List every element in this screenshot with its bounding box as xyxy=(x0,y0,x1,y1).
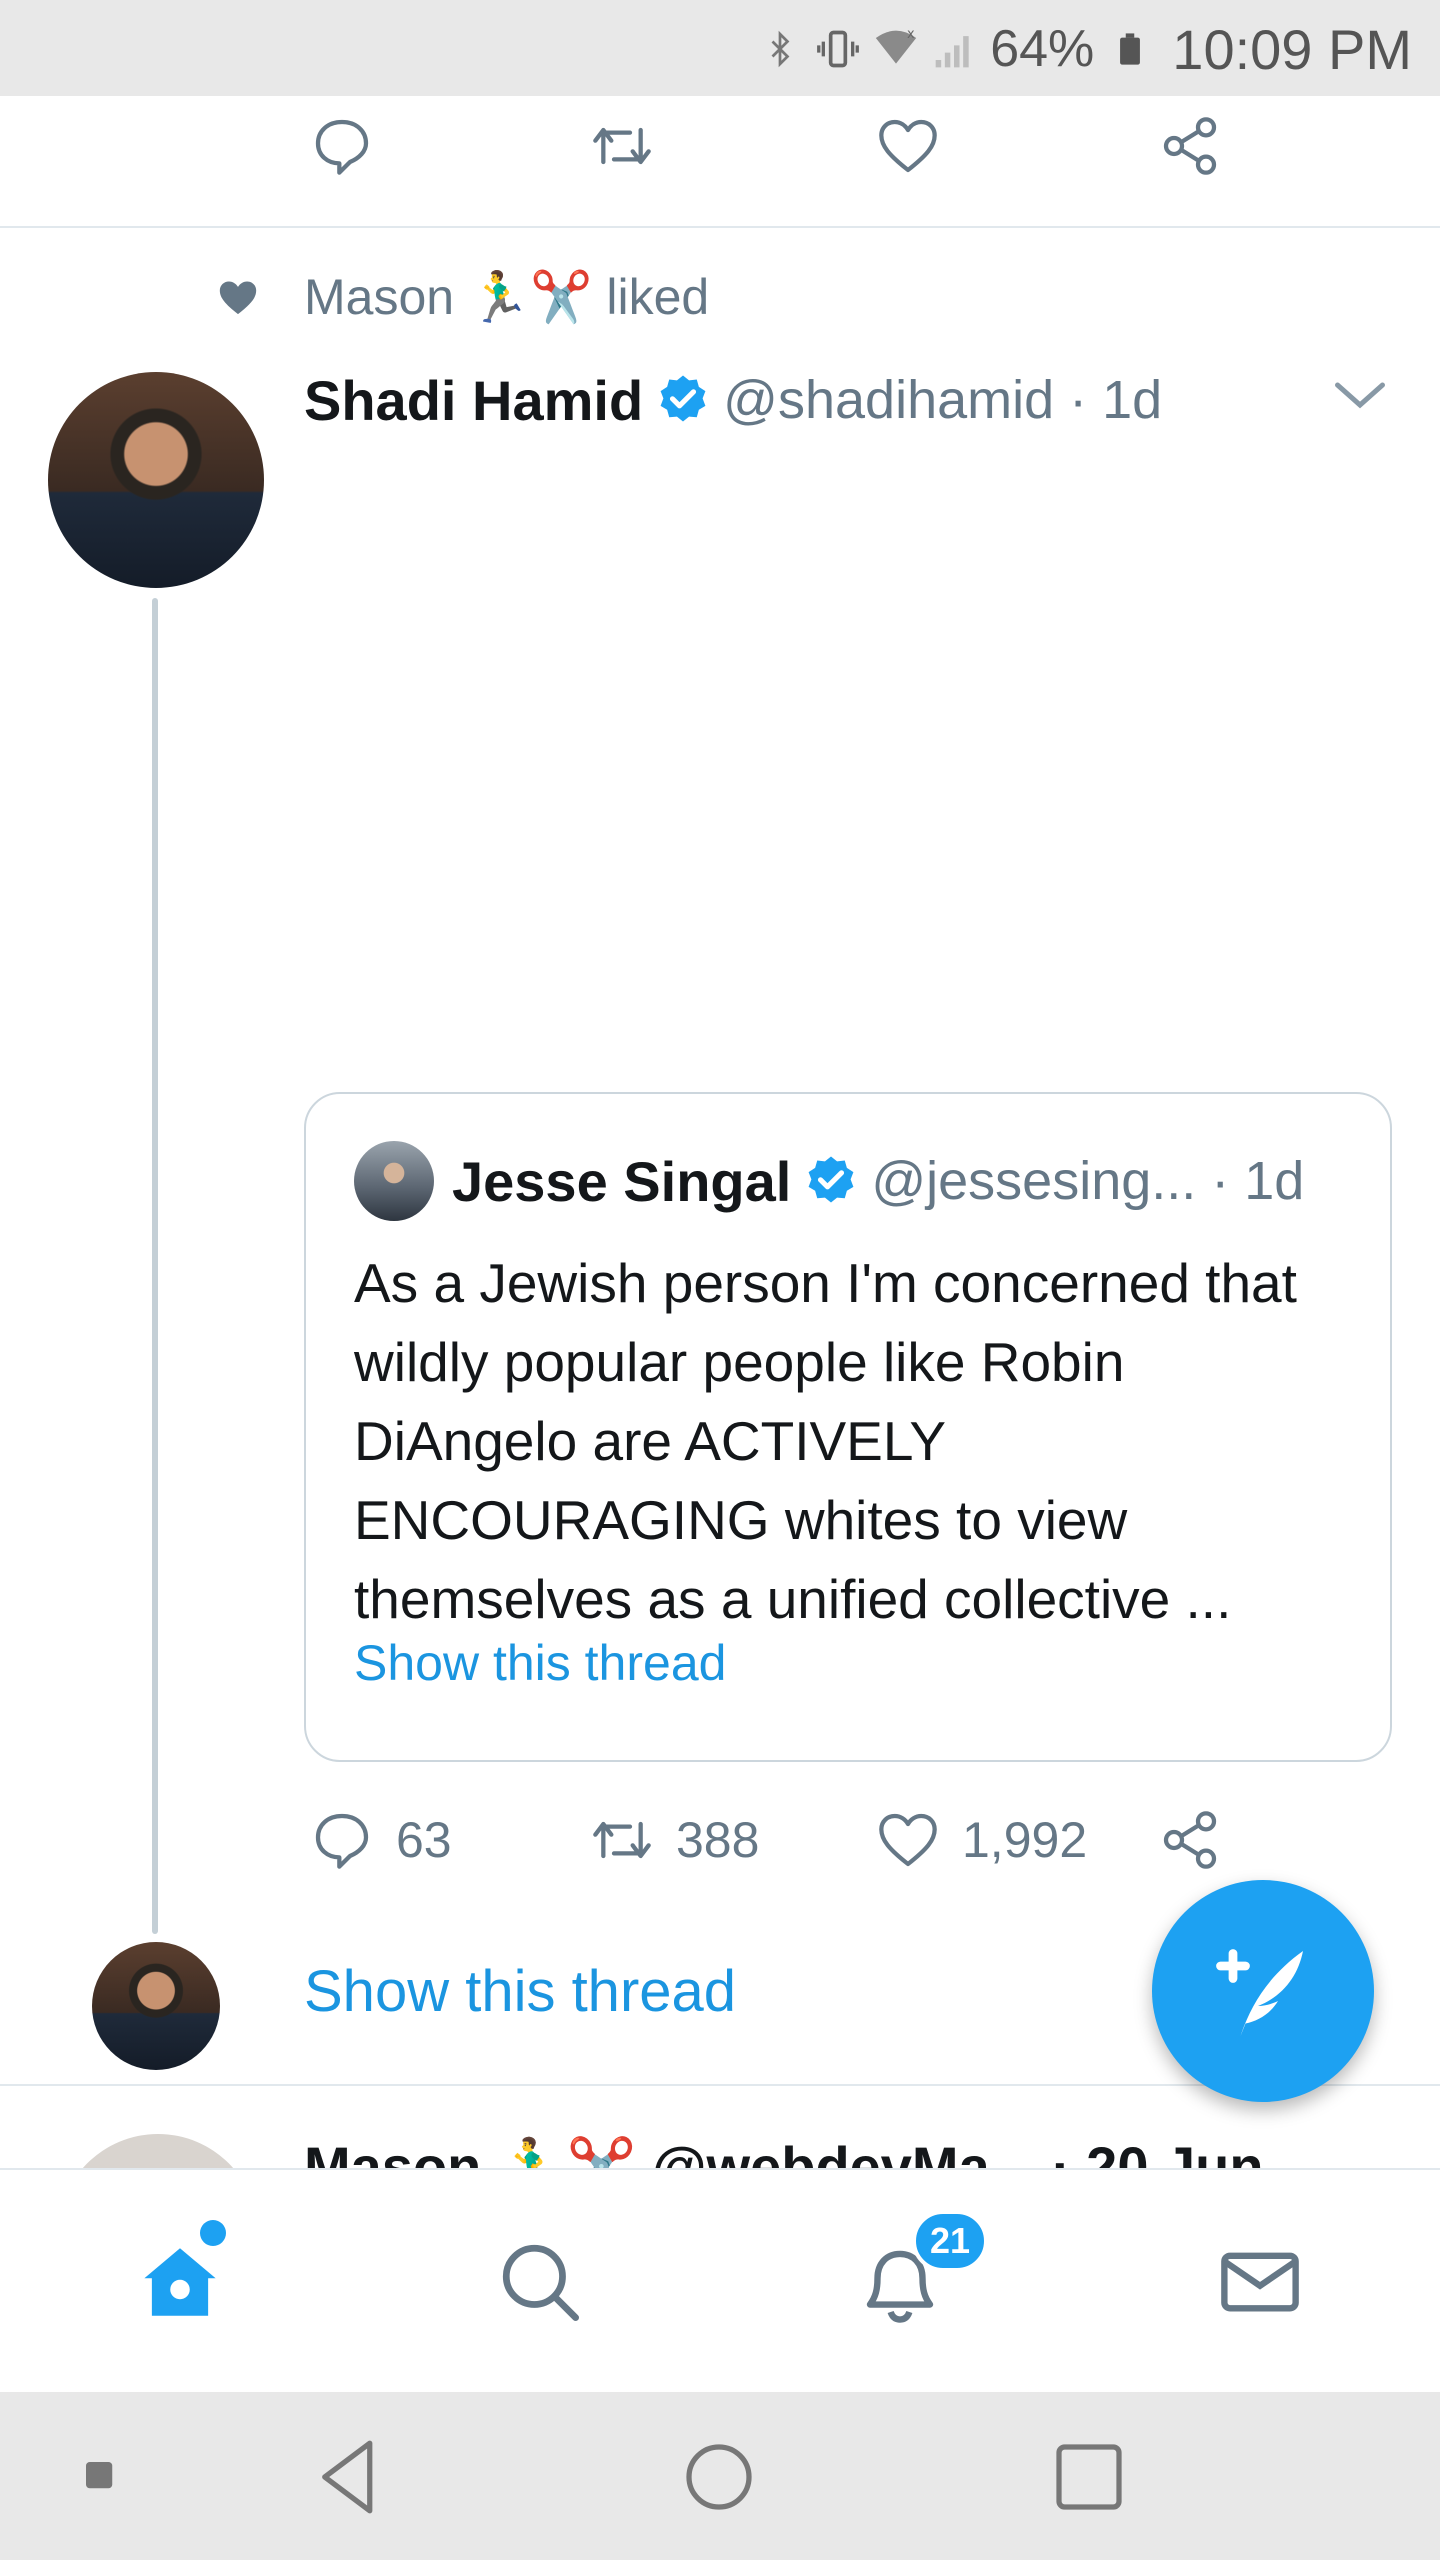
next-tweet-header: Mason 🏃‍♂️✂️ @webdevMa... · 20 Jun xyxy=(304,2134,1264,2168)
like-button[interactable] xyxy=(876,114,940,178)
share-icon xyxy=(1163,117,1217,175)
thread-line xyxy=(152,598,158,1934)
like-icon xyxy=(879,119,937,173)
author-name[interactable]: Shadi Hamid xyxy=(304,368,643,433)
home-icon xyxy=(144,2248,216,2316)
reply-icon xyxy=(315,119,369,175)
share-icon xyxy=(1163,1811,1217,1869)
like-button[interactable]: 1,992 xyxy=(876,1808,1087,1872)
share-button[interactable] xyxy=(1158,114,1222,178)
back-button[interactable] xyxy=(306,2432,396,2522)
divider xyxy=(0,226,1440,228)
wifi-icon: x xyxy=(874,23,918,75)
retweet-count: 388 xyxy=(676,1812,760,1868)
retweet-button[interactable]: 388 xyxy=(590,1808,759,1872)
recents-button[interactable] xyxy=(1044,2432,1134,2522)
reply-count: 63 xyxy=(396,1812,452,1868)
retweet-icon xyxy=(593,127,651,165)
home-new-indicator xyxy=(200,2220,226,2246)
reply-button[interactable]: 63 xyxy=(310,1808,452,1872)
quoted-tweet-text: As a Jewish person I'm concerned that wi… xyxy=(354,1252,1297,1630)
nav-home[interactable] xyxy=(130,2232,230,2332)
show-thread-link[interactable]: Show this thread xyxy=(304,1958,736,2025)
verified-badge-icon xyxy=(660,375,706,422)
compose-tweet-button[interactable] xyxy=(1152,1880,1374,2102)
nav-messages[interactable] xyxy=(1210,2232,1310,2332)
like-count: 1,992 xyxy=(962,1812,1088,1868)
verified-badge-icon xyxy=(808,1156,854,1203)
next-tweet[interactable]: Mason 🏃‍♂️✂️ @webdevMa... · 20 Jun xyxy=(0,2128,1440,2168)
thread-avatar xyxy=(92,1942,220,2070)
author-handle: @shadihamid · 1d xyxy=(723,370,1163,430)
recents-icon xyxy=(1056,2444,1122,2510)
quoted-author-avatar xyxy=(354,1141,434,1221)
liked-heart-icon xyxy=(219,281,257,315)
nav-search[interactable] xyxy=(490,2232,590,2332)
square-dot-icon xyxy=(86,2462,113,2489)
battery-percent: 64% xyxy=(990,20,1095,78)
retweet-icon xyxy=(593,1821,651,1859)
messages-icon xyxy=(1221,2252,1299,2312)
tweet-header: Shadi Hamid @shadihamid · 1d xyxy=(304,360,1162,440)
author-avatar[interactable] xyxy=(48,372,264,588)
sim-switch-button[interactable] xyxy=(56,2432,146,2522)
back-icon xyxy=(322,2440,373,2514)
retweet-button[interactable] xyxy=(590,114,654,178)
system-navigation-bar xyxy=(0,2392,1440,2560)
reply-button[interactable] xyxy=(310,114,374,178)
next-tweet-header-text: Mason 🏃‍♂️✂️ @webdevMa... · 20 Jun xyxy=(304,2135,1264,2168)
svg-text:x: x xyxy=(907,27,915,42)
next-tweet-avatar xyxy=(58,2134,258,2168)
quoted-tweet-header: Jesse Singal @jessesing... · 1d xyxy=(354,1138,1304,1224)
quoted-tweet-card[interactable]: Jesse Singal @jessesing... · 1d As a Jew… xyxy=(304,1092,1392,1762)
share-button[interactable] xyxy=(1158,1808,1222,1872)
status-bar: x 64% 10:09 PM xyxy=(0,0,1440,96)
circle-home-icon xyxy=(686,2444,752,2510)
battery-icon xyxy=(1108,23,1152,75)
quoted-show-thread-link[interactable]: Show this thread xyxy=(354,1634,726,1692)
social-context-text: Mason 🏃‍♂️✂️ liked xyxy=(304,269,710,325)
chevron-down-icon[interactable] xyxy=(1330,370,1390,420)
status-time: 10:09 PM xyxy=(1172,17,1412,81)
home-system-button[interactable] xyxy=(674,2432,764,2522)
quoted-author-handle: @jessesing... · 1d xyxy=(871,1151,1305,1211)
vibrate-icon xyxy=(816,23,860,75)
bottom-navigation: 21 xyxy=(0,2168,1440,2392)
compose-feather-icon xyxy=(1216,1949,1303,2036)
bluetooth-icon xyxy=(758,23,802,75)
reply-icon xyxy=(315,1813,369,1869)
search-icon xyxy=(502,2244,579,2321)
quoted-author-name: Jesse Singal xyxy=(452,1149,792,1213)
like-icon xyxy=(879,1813,937,1867)
notifications-badge: 21 xyxy=(912,2210,988,2272)
signal-icon xyxy=(932,23,976,75)
